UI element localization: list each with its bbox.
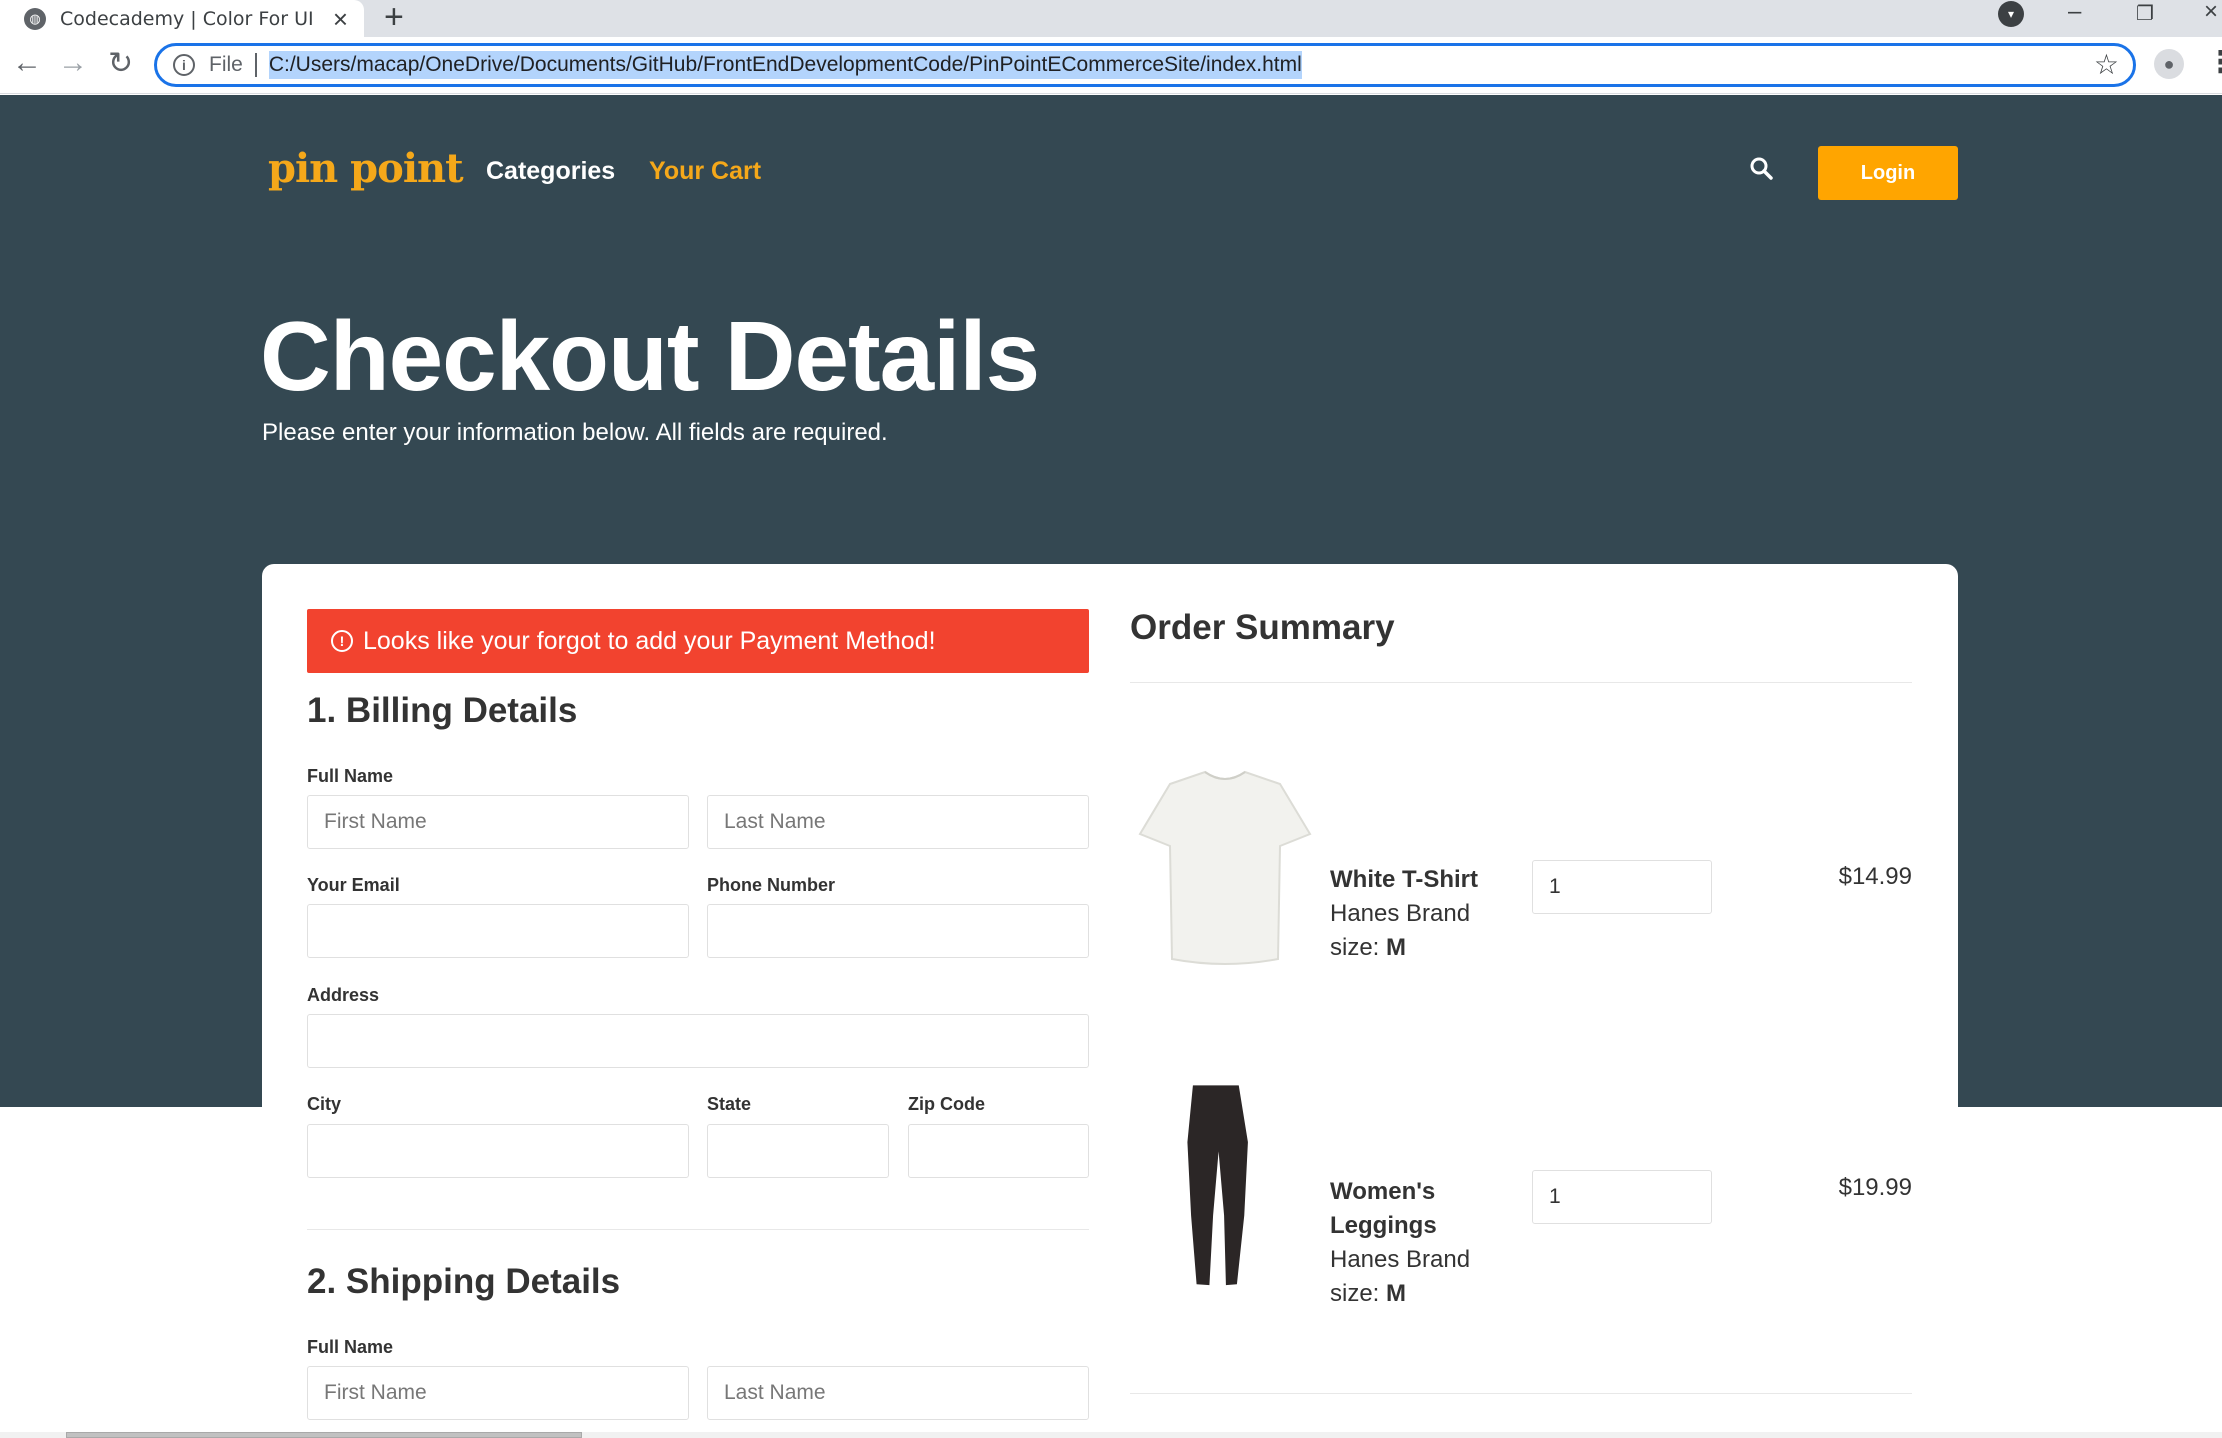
email-label: Your Email	[307, 875, 400, 895]
account-icon[interactable]: ●	[2154, 49, 2184, 79]
item-size: size: M	[1330, 1277, 1406, 1311]
globe-icon: ◍	[24, 7, 46, 30]
browser-tab[interactable]: ◍ Codecademy | Color For UI ×	[0, 0, 364, 37]
reload-icon[interactable]: ↻	[108, 46, 133, 81]
section-divider	[307, 1229, 1089, 1230]
scrollbar-thumb[interactable]	[66, 1432, 582, 1438]
billing-first-name-input[interactable]	[307, 795, 689, 849]
billing-last-name-input[interactable]	[707, 795, 1089, 849]
separator	[254, 53, 257, 77]
back-icon[interactable]: ←	[12, 46, 42, 80]
nav-your-cart[interactable]: Your Cart	[649, 157, 761, 186]
billing-title: 1. Billing Details	[307, 691, 578, 730]
bookmark-star-icon[interactable]: ☆	[2094, 48, 2119, 81]
nav-categories[interactable]: Categories	[486, 157, 615, 186]
alert-message: Looks like your forgot to add your Payme…	[363, 626, 936, 655]
item-name: Women's Leggings	[1330, 1178, 1437, 1239]
city-label: City	[307, 1094, 342, 1114]
shipping-last-name-input[interactable]	[707, 1366, 1089, 1420]
forward-icon[interactable]: →	[58, 46, 88, 80]
web-page: pin point Categories Your Cart Login Che…	[0, 95, 2222, 1438]
search-icon[interactable]	[1748, 155, 1776, 183]
tab-title: Codecademy | Color For UI	[60, 7, 314, 30]
item-size: size: M	[1330, 931, 1406, 965]
checkout-card: ! Looks like your forgot to add your Pay…	[262, 564, 1958, 1438]
address-input[interactable]	[307, 1014, 1089, 1068]
zip-input[interactable]	[908, 1124, 1089, 1178]
login-button[interactable]: Login	[1818, 146, 1958, 200]
zip-label: Zip Code	[908, 1094, 985, 1114]
email-input[interactable]	[307, 904, 689, 958]
logo[interactable]: pin point	[268, 145, 464, 192]
shipping-first-name-input[interactable]	[307, 1366, 689, 1420]
page-subtitle: Please enter your information below. All…	[262, 419, 888, 446]
summary-divider	[1130, 1393, 1912, 1394]
white-tshirt-image	[1138, 770, 1312, 965]
file-label: File	[209, 53, 243, 76]
city-input[interactable]	[307, 1124, 689, 1178]
quantity-input[interactable]	[1532, 860, 1712, 914]
restore-icon[interactable]: ❐	[2136, 1, 2154, 26]
browser-toolbar: ← → ↻ i File C:/Users/macap/OneDrive/Doc…	[0, 37, 2222, 94]
window-close-icon[interactable]: ×	[2204, 0, 2218, 26]
leggings-image	[1187, 1085, 1248, 1286]
phone-label: Phone Number	[707, 875, 836, 895]
phone-input[interactable]	[707, 904, 1089, 958]
item-name: White T-Shirt	[1330, 866, 1478, 893]
item-size-prefix: size:	[1330, 1280, 1380, 1307]
item-size-value: M	[1386, 934, 1407, 961]
item-brand: Hanes Brand	[1330, 1246, 1471, 1273]
summary-divider	[1130, 682, 1912, 683]
shipping-title: 2. Shipping Details	[307, 1262, 621, 1301]
chrome-menu-dropdown-icon[interactable]: ▾	[1998, 1, 2024, 27]
error-alert: ! Looks like your forgot to add your Pay…	[307, 609, 1089, 673]
address-bar[interactable]: i File C:/Users/macap/OneDrive/Documents…	[154, 43, 2136, 87]
order-summary-title: Order Summary	[1130, 608, 1395, 647]
alert-icon: !	[331, 630, 353, 652]
state-input[interactable]	[707, 1124, 889, 1178]
address-label: Address	[307, 985, 380, 1005]
minimize-icon[interactable]: –	[2068, 0, 2081, 26]
horizontal-scrollbar[interactable]	[0, 1432, 2222, 1438]
page-title: Checkout Details	[260, 301, 1040, 411]
item-size-value: M	[1386, 1280, 1407, 1307]
item-size-prefix: size:	[1330, 934, 1380, 961]
url-text[interactable]: C:/Users/macap/OneDrive/Documents/GitHub…	[268, 51, 1302, 79]
kebab-menu-icon[interactable]: ⋮	[2206, 45, 2222, 80]
browser-tab-strip: ◍ Codecademy | Color For UI × + ▾ – ❐ ×	[0, 0, 2222, 37]
state-label: State	[707, 1094, 752, 1114]
new-tab-icon[interactable]: +	[384, 0, 404, 37]
close-tab-icon[interactable]: ×	[333, 4, 348, 35]
shipping-full-name-label: Full Name	[307, 1337, 394, 1357]
info-icon[interactable]: i	[173, 54, 195, 76]
billing-full-name-label: Full Name	[307, 766, 394, 786]
item-price: $14.99	[1838, 863, 1912, 890]
quantity-input[interactable]	[1532, 1170, 1712, 1224]
item-price: $19.99	[1838, 1174, 1912, 1201]
item-brand: Hanes Brand	[1330, 900, 1471, 927]
